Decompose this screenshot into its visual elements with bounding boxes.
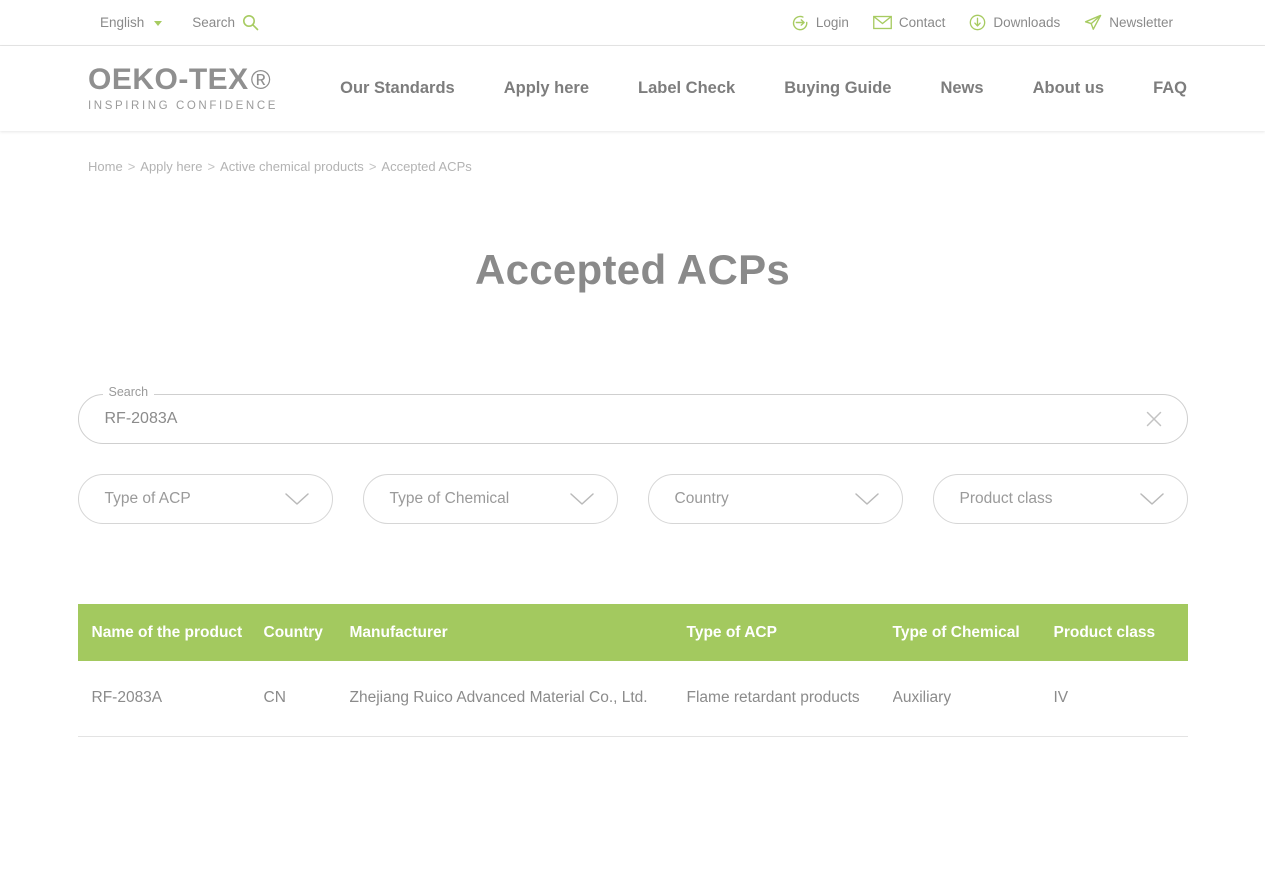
search-field[interactable]: Search bbox=[77, 386, 1188, 445]
downloads-label: Downloads bbox=[993, 15, 1061, 30]
header-search-button[interactable]: Search bbox=[192, 14, 259, 31]
cell-manufacturer: Zhejiang Ruico Advanced Material Co., Lt… bbox=[349, 661, 687, 738]
cell-type-of-chemical: Auxiliary bbox=[892, 661, 1054, 738]
newsletter-label: Newsletter bbox=[1109, 15, 1173, 30]
column-header-country[interactable]: Country bbox=[263, 604, 350, 662]
filter-type-of-chemical[interactable]: Type of Chemical bbox=[362, 474, 618, 525]
column-header-type-of-acp[interactable]: Type of ACP bbox=[686, 604, 893, 662]
site-logo[interactable]: OEKO-TEX® INSPIRING CONFIDENCE bbox=[88, 65, 279, 113]
login-link[interactable]: Login bbox=[792, 14, 849, 31]
table-body: RF-2083A CN Zhejiang Ruico Advanced Mate… bbox=[77, 661, 1188, 738]
main-navigation: Our Standards Apply here Label Check Buy… bbox=[340, 79, 1187, 98]
filter-type-of-acp[interactable]: Type of ACP bbox=[77, 474, 333, 525]
filter-country[interactable]: Country bbox=[647, 474, 903, 525]
filter-country-label: Country bbox=[674, 490, 729, 508]
filter-product-class[interactable]: Product class bbox=[932, 474, 1188, 525]
column-header-product-class[interactable]: Product class bbox=[1053, 604, 1188, 662]
nav-item-apply-here[interactable]: Apply here bbox=[504, 79, 589, 98]
page-title: Accepted ACPs bbox=[474, 246, 791, 293]
chevron-down-icon bbox=[154, 21, 163, 26]
page-content: Home > Apply here > Active chemical prod… bbox=[0, 159, 1265, 738]
logo-name: OEKO-TEX bbox=[88, 63, 249, 96]
filter-dropdown-row: Type of ACP Type of Chemical Country Pro… bbox=[77, 474, 1188, 525]
table-header: Name of the product Country Manufacturer… bbox=[77, 604, 1188, 662]
chevron-down-icon bbox=[569, 491, 595, 507]
utility-left-group: English Search bbox=[100, 14, 259, 31]
newsletter-link[interactable]: Newsletter bbox=[1084, 14, 1173, 31]
column-header-name-of-the-product[interactable]: Name of the product bbox=[77, 604, 264, 662]
cell-product-class: IV bbox=[1053, 661, 1188, 738]
breadcrumb-item-accepted-acps[interactable]: Accepted ACPs bbox=[381, 159, 471, 174]
search-field-legend: Search bbox=[102, 386, 155, 399]
registered-trademark-icon: ® bbox=[250, 65, 272, 95]
nav-item-our-standards[interactable]: Our Standards bbox=[340, 79, 455, 98]
column-header-type-of-chemical[interactable]: Type of Chemical bbox=[892, 604, 1054, 662]
nav-item-faq[interactable]: FAQ bbox=[1153, 79, 1187, 98]
chevron-down-icon bbox=[284, 491, 310, 507]
nav-item-about-us[interactable]: About us bbox=[1033, 79, 1105, 98]
nav-item-news[interactable]: News bbox=[940, 79, 983, 98]
column-header-manufacturer[interactable]: Manufacturer bbox=[349, 604, 687, 662]
filter-section: Search Type of ACP Type of Chemical bbox=[77, 322, 1188, 525]
downloads-link[interactable]: Downloads bbox=[969, 14, 1060, 31]
chevron-down-icon bbox=[1139, 491, 1165, 507]
breadcrumb-separator: > bbox=[127, 159, 136, 174]
table-row[interactable]: RF-2083A CN Zhejiang Ruico Advanced Mate… bbox=[77, 661, 1188, 738]
cell-type-of-acp: Flame retardant products bbox=[686, 661, 893, 738]
download-icon bbox=[969, 14, 986, 31]
breadcrumb-item-apply-here[interactable]: Apply here bbox=[140, 159, 202, 174]
chevron-down-icon bbox=[854, 491, 880, 507]
cell-name-of-the-product: RF-2083A bbox=[77, 661, 264, 738]
utility-bar: English Search Login Contact Downloads N… bbox=[0, 0, 1265, 46]
main-header: OEKO-TEX® INSPIRING CONFIDENCE Our Stand… bbox=[0, 46, 1265, 131]
language-label: English bbox=[100, 15, 145, 30]
nav-item-buying-guide[interactable]: Buying Guide bbox=[784, 79, 891, 98]
envelope-icon bbox=[872, 15, 892, 30]
login-icon bbox=[792, 14, 809, 31]
results-table-wrapper: Name of the product Country Manufacturer… bbox=[77, 604, 1188, 738]
breadcrumb-separator: > bbox=[207, 159, 216, 174]
filter-product-class-label: Product class bbox=[959, 490, 1053, 508]
breadcrumb-item-home[interactable]: Home bbox=[88, 159, 123, 174]
search-icon bbox=[242, 14, 259, 31]
search-input[interactable] bbox=[78, 395, 1187, 444]
breadcrumb-item-active-chemical-products[interactable]: Active chemical products bbox=[220, 159, 364, 174]
logo-tagline: INSPIRING CONFIDENCE bbox=[88, 100, 279, 112]
breadcrumb-separator: > bbox=[368, 159, 377, 174]
logo-wordmark: OEKO-TEX® bbox=[88, 65, 278, 95]
close-icon[interactable] bbox=[1143, 408, 1165, 430]
nav-item-label-check[interactable]: Label Check bbox=[638, 79, 735, 98]
language-selector[interactable]: English bbox=[100, 15, 163, 30]
paper-plane-icon bbox=[1084, 14, 1102, 31]
header-search-label: Search bbox=[192, 15, 236, 30]
breadcrumb: Home > Apply here > Active chemical prod… bbox=[88, 159, 1265, 174]
results-table: Name of the product Country Manufacturer… bbox=[77, 604, 1188, 738]
filter-type-of-chemical-label: Type of Chemical bbox=[389, 490, 510, 508]
contact-link[interactable]: Contact bbox=[872, 15, 946, 30]
cell-country: CN bbox=[263, 661, 350, 738]
utility-right-group: Login Contact Downloads Newsletter bbox=[792, 14, 1173, 31]
login-label: Login bbox=[815, 15, 849, 30]
filter-type-of-acp-label: Type of ACP bbox=[104, 490, 191, 508]
contact-label: Contact bbox=[898, 15, 946, 30]
table-header-row: Name of the product Country Manufacturer… bbox=[77, 604, 1188, 662]
